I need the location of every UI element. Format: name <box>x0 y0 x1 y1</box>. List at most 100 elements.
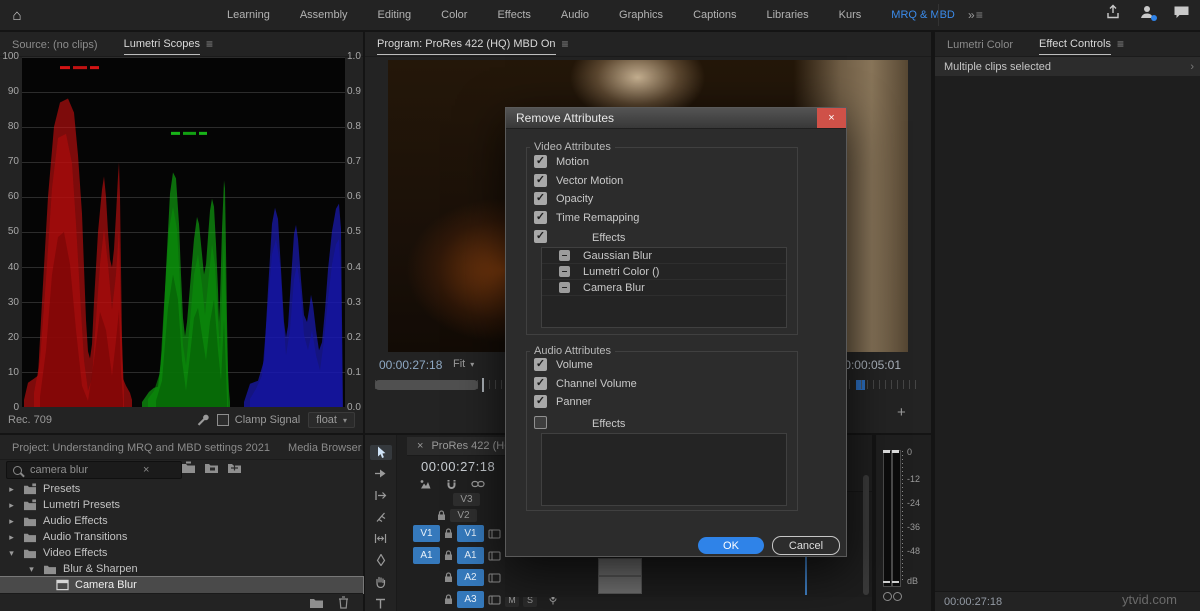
checkbox-checked-icon[interactable]: ✓ <box>534 192 547 205</box>
sequence-settings-icon[interactable] <box>419 479 432 491</box>
track-options-icon[interactable] <box>488 551 501 561</box>
filter-effects-bin-icon[interactable] <box>204 461 219 474</box>
scrubber-viewable-area[interactable] <box>375 380 478 390</box>
effect-controls-timecode[interactable]: 00:00:27:18 <box>944 596 1002 608</box>
tab-lumetri-color[interactable]: Lumetri Color <box>947 34 1013 55</box>
workspace-learning[interactable]: Learning <box>212 9 285 21</box>
workspace-graphics[interactable]: Graphics <box>604 9 678 21</box>
tree-item-audio-transitions[interactable]: ▸ Audio Transitions <box>0 529 363 545</box>
checkbox-audio-effects[interactable] <box>534 416 547 429</box>
chevron-right-icon[interactable]: ▸ <box>6 532 17 543</box>
tree-item-audio-effects[interactable]: ▸ Audio Effects <box>0 513 363 529</box>
custom-bin-icon[interactable] <box>227 461 242 474</box>
delete-icon[interactable] <box>338 596 349 609</box>
checkbox-volume[interactable]: ✓ Volume <box>534 358 593 371</box>
chevron-right-icon[interactable]: › <box>1190 61 1194 73</box>
tab-program[interactable]: Program: ProRes 422 (HQ) MBD On ≡ <box>377 33 569 55</box>
lock-icon[interactable] <box>444 550 453 561</box>
cancel-button[interactable]: Cancel <box>772 536 840 555</box>
checkbox-vector-motion[interactable]: ✓ Vector Motion <box>534 174 623 187</box>
track-target-v2[interactable]: V2 <box>450 509 477 522</box>
checkbox-checked-icon[interactable]: ✓ <box>534 155 547 168</box>
lock-icon[interactable] <box>444 528 453 539</box>
checkbox-channel-volume[interactable]: ✓ Channel Volume <box>534 377 637 390</box>
track-target-a2[interactable]: A2 <box>457 569 484 586</box>
tab-lumetri-scopes[interactable]: Lumetri Scopes ≡ <box>124 33 213 55</box>
workspace-assembly[interactable]: Assembly <box>285 9 363 21</box>
tree-item-presets[interactable]: ▸ Presets <box>0 481 363 497</box>
audio-clip[interactable] <box>598 576 642 594</box>
checkbox-video-effects[interactable]: ✓ <box>534 230 547 243</box>
slip-tool[interactable] <box>370 532 392 547</box>
lock-icon[interactable] <box>437 510 446 521</box>
timeline-timecode[interactable]: 00:00:27:18 <box>421 459 495 474</box>
effect-remove-checkbox[interactable]: – <box>559 250 570 261</box>
program-playhead[interactable] <box>482 378 484 392</box>
track-options-icon[interactable] <box>488 573 501 583</box>
workspace-color[interactable]: Color <box>426 9 482 21</box>
workspace-overflow-icon[interactable]: » <box>968 8 975 22</box>
close-sequence-icon[interactable]: × <box>417 440 423 452</box>
dialog-title-bar[interactable]: Remove Attributes <box>506 108 846 129</box>
workspace-captions[interactable]: Captions <box>678 9 751 21</box>
audio-clip[interactable] <box>598 558 642 576</box>
program-timecode[interactable]: 00:00:27:18 <box>379 358 442 372</box>
workspace-kurs[interactable]: Kurs <box>824 9 877 21</box>
checkbox-time-remapping[interactable]: ✓ Time Remapping <box>534 211 639 224</box>
panel-menu-icon[interactable]: ≡ <box>562 37 569 51</box>
checkbox-checked-icon[interactable]: ✓ <box>534 358 547 371</box>
tab-project[interactable]: Project: Understanding MRQ and MBD setti… <box>12 437 270 458</box>
checkbox-checked-icon[interactable]: ✓ <box>534 395 547 408</box>
checkbox-panner[interactable]: ✓ Panner <box>534 395 591 408</box>
track-options-icon[interactable] <box>488 529 501 539</box>
clamp-checkbox-box[interactable] <box>217 414 229 426</box>
effect-remove-checkbox[interactable]: – <box>559 282 570 293</box>
search-input[interactable] <box>28 463 137 477</box>
track-select-forward-tool[interactable] <box>370 467 392 482</box>
checkbox-checked-icon[interactable]: ✓ <box>534 211 547 224</box>
lock-icon[interactable] <box>444 594 453 605</box>
user-profile-icon[interactable] <box>1139 4 1155 20</box>
tree-item-blur-sharpen[interactable]: ▾ Blur & Sharpen <box>0 561 363 577</box>
chevron-down-icon[interactable]: ▾ <box>6 548 17 559</box>
checkbox-checked-icon[interactable]: ✓ <box>534 377 547 390</box>
panel-menu-icon[interactable]: ≡ <box>1117 37 1124 51</box>
checkbox-checked-icon[interactable]: ✓ <box>534 174 547 187</box>
chevron-right-icon[interactable]: ▸ <box>6 516 17 527</box>
workspace-editing[interactable]: Editing <box>363 9 427 21</box>
snap-magnet-icon[interactable] <box>446 479 457 491</box>
clear-search-icon[interactable]: × <box>143 464 149 476</box>
chevron-down-icon[interactable]: ▾ <box>26 564 37 575</box>
source-patch-a1[interactable]: A1 <box>413 547 440 564</box>
bit-depth-dropdown[interactable]: float ▾ <box>308 412 355 428</box>
zoom-level-dropdown[interactable]: Fit ▾ <box>453 358 474 370</box>
effects-search[interactable]: × <box>6 461 182 479</box>
pen-tool[interactable] <box>370 553 392 568</box>
effect-remove-checkbox[interactable]: – <box>559 266 570 277</box>
track-options-icon[interactable] <box>488 595 501 605</box>
track-target-v3[interactable]: V3 <box>453 493 480 506</box>
new-bin-icon[interactable] <box>309 596 324 609</box>
effect-row-gaussian-blur[interactable]: – Gaussian Blur <box>542 248 786 264</box>
home-icon[interactable]: ⌂ <box>0 7 34 24</box>
hand-tool[interactable] <box>370 575 392 590</box>
tree-item-lumetri-presets[interactable]: ▸ Lumetri Presets <box>0 497 363 513</box>
lock-icon[interactable] <box>444 572 453 583</box>
track-target-a3[interactable]: A3 <box>457 591 484 608</box>
clamp-signal-checkbox[interactable]: Clamp Signal <box>217 414 300 426</box>
export-icon[interactable] <box>1105 4 1121 20</box>
timeline-scrollbar[interactable] <box>863 475 869 595</box>
dialog-close-button[interactable]: × <box>817 108 846 128</box>
panel-menu-icon[interactable]: ≡ <box>206 37 213 51</box>
tab-source[interactable]: Source: (no clips) <box>12 34 98 55</box>
checkbox-unchecked[interactable] <box>534 416 547 429</box>
type-tool[interactable] <box>370 596 392 611</box>
checkbox-motion[interactable]: ✓ Motion <box>534 155 589 168</box>
comment-icon[interactable] <box>1173 4 1190 20</box>
tree-item-video-effects[interactable]: ▾ Video Effects <box>0 545 363 561</box>
tab-effect-controls[interactable]: Effect Controls ≡ <box>1039 33 1124 55</box>
solo-right-circle[interactable] <box>893 592 902 601</box>
workspace-audio[interactable]: Audio <box>546 9 604 21</box>
source-patch-v1[interactable]: V1 <box>413 525 440 542</box>
track-target-v1[interactable]: V1 <box>457 525 484 542</box>
